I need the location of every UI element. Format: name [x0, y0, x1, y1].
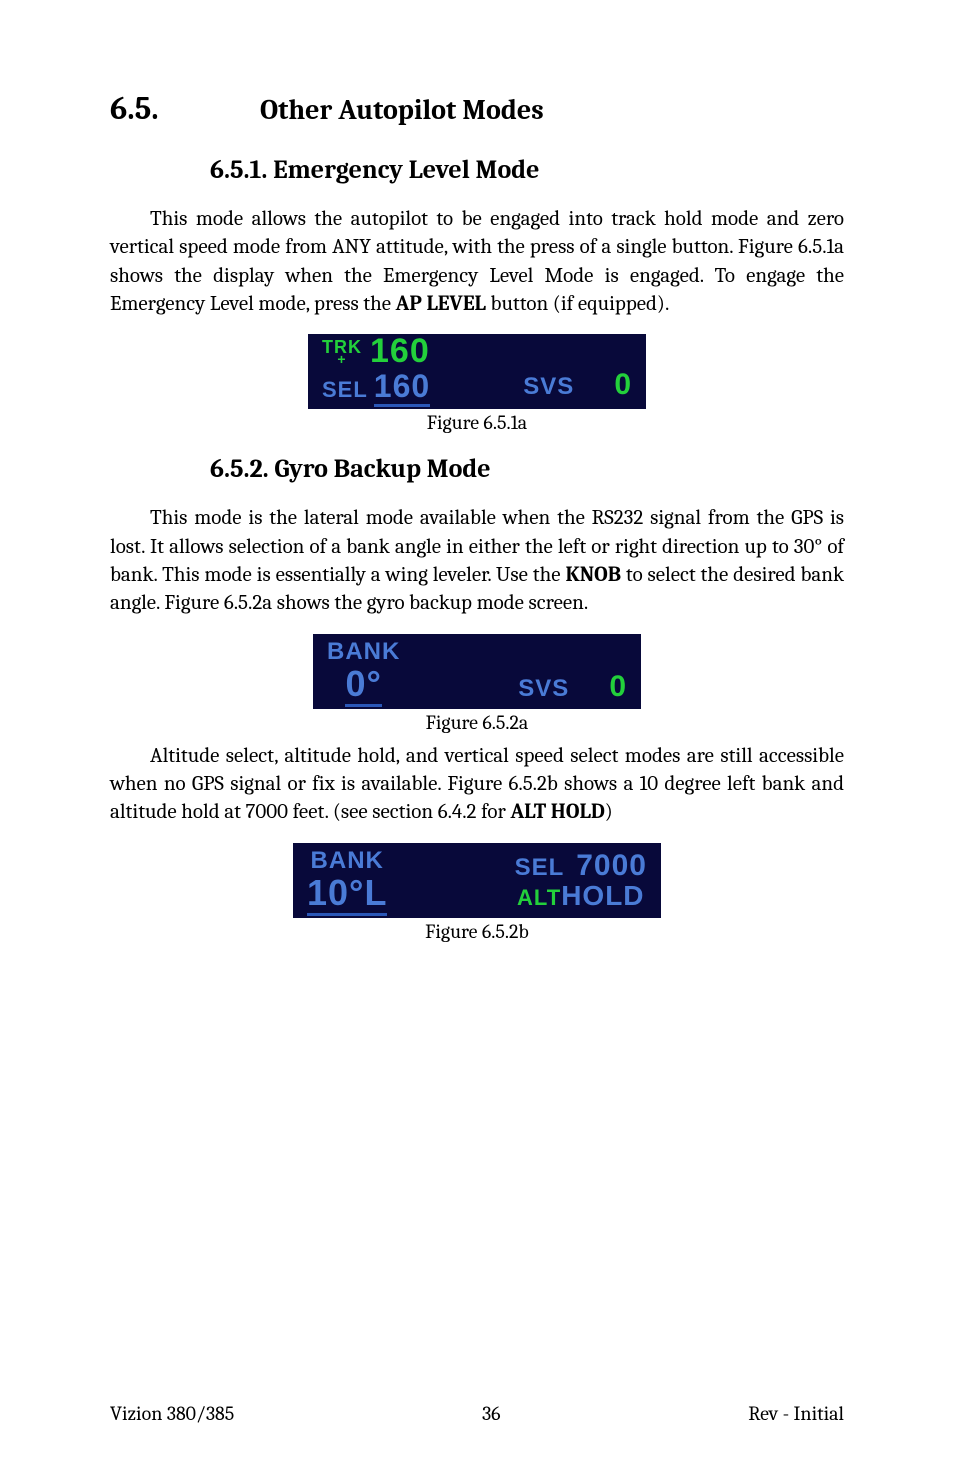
svs-zero: 0 — [614, 370, 632, 400]
para-text: button (if equipped). — [486, 292, 669, 316]
subsection-6-5-2-title: 6.5.2. Gyro Backup Mode — [210, 454, 844, 484]
section-title: Other Autopilot Modes — [260, 94, 544, 126]
sel-label: SEL — [322, 377, 368, 403]
svs-zero: 0 — [609, 672, 627, 702]
svs-label: SVS — [523, 373, 574, 401]
svs-label: SVS — [518, 675, 569, 703]
para-6-5-2b: Altitude select, altitude hold, and vert… — [110, 742, 844, 827]
plus-icon: + — [337, 352, 346, 366]
section-heading: 6.5. Other Autopilot Modes — [110, 90, 844, 127]
section-number: 6.5. — [110, 90, 260, 127]
sel-value: 160 — [374, 370, 430, 407]
page-footer: Vizion 380/385 36 Rev - Initial — [110, 1402, 844, 1425]
knob-label: KNOB — [565, 563, 621, 587]
footer-right: Rev - Initial — [748, 1402, 844, 1425]
hold-label: HOLD — [561, 882, 644, 910]
footer-left: Vizion 380/385 — [110, 1402, 234, 1425]
sel-value: 7000 — [576, 851, 647, 881]
bank-value: 0° — [345, 666, 381, 707]
para-text: Altitude select, altitude hold, and vert… — [110, 744, 844, 825]
figure-caption-6-5-2a: Figure 6.5.2a — [426, 711, 529, 734]
figure-6-5-1a: TRK + 160 SEL 160 SVS 0 Figure 6.5.1a — [110, 334, 844, 434]
sel-label: SEL — [515, 854, 565, 882]
para-6-5-2a: This mode is the lateral mode available … — [110, 504, 844, 617]
ap-level-label: AP LEVEL — [396, 292, 486, 316]
page: 6.5. Other Autopilot Modes 6.5.1. Emerge… — [0, 0, 954, 1475]
figure-caption-6-5-1a: Figure 6.5.1a — [427, 411, 527, 434]
lcd-display-3: BANK 10°L SEL 7000 ALTHOLD — [293, 843, 661, 918]
lcd-display-1: TRK + 160 SEL 160 SVS 0 — [308, 334, 646, 409]
figure-6-5-2a: BANK 0° SVS 0 Figure 6.5.2a — [110, 634, 844, 734]
figure-6-5-2b: BANK 10°L SEL 7000 ALTHOLD Figure 6.5.2b — [110, 843, 844, 943]
bank-label: BANK — [311, 847, 384, 875]
alt-hold-label: ALT HOLD — [510, 800, 604, 824]
footer-page-number: 36 — [482, 1402, 501, 1425]
trk-value: 160 — [370, 334, 430, 368]
bank-label: BANK — [327, 638, 400, 666]
para-6-5-1: This mode allows the autopilot to be eng… — [110, 205, 844, 318]
alt-label: ALT — [517, 885, 561, 911]
figure-caption-6-5-2b: Figure 6.5.2b — [425, 920, 529, 943]
subsection-6-5-1-title: 6.5.1. Emergency Level Mode — [210, 155, 844, 185]
para-text: ) — [605, 800, 613, 824]
lcd-display-2: BANK 0° SVS 0 — [313, 634, 641, 709]
bank-value: 10°L — [307, 875, 387, 916]
